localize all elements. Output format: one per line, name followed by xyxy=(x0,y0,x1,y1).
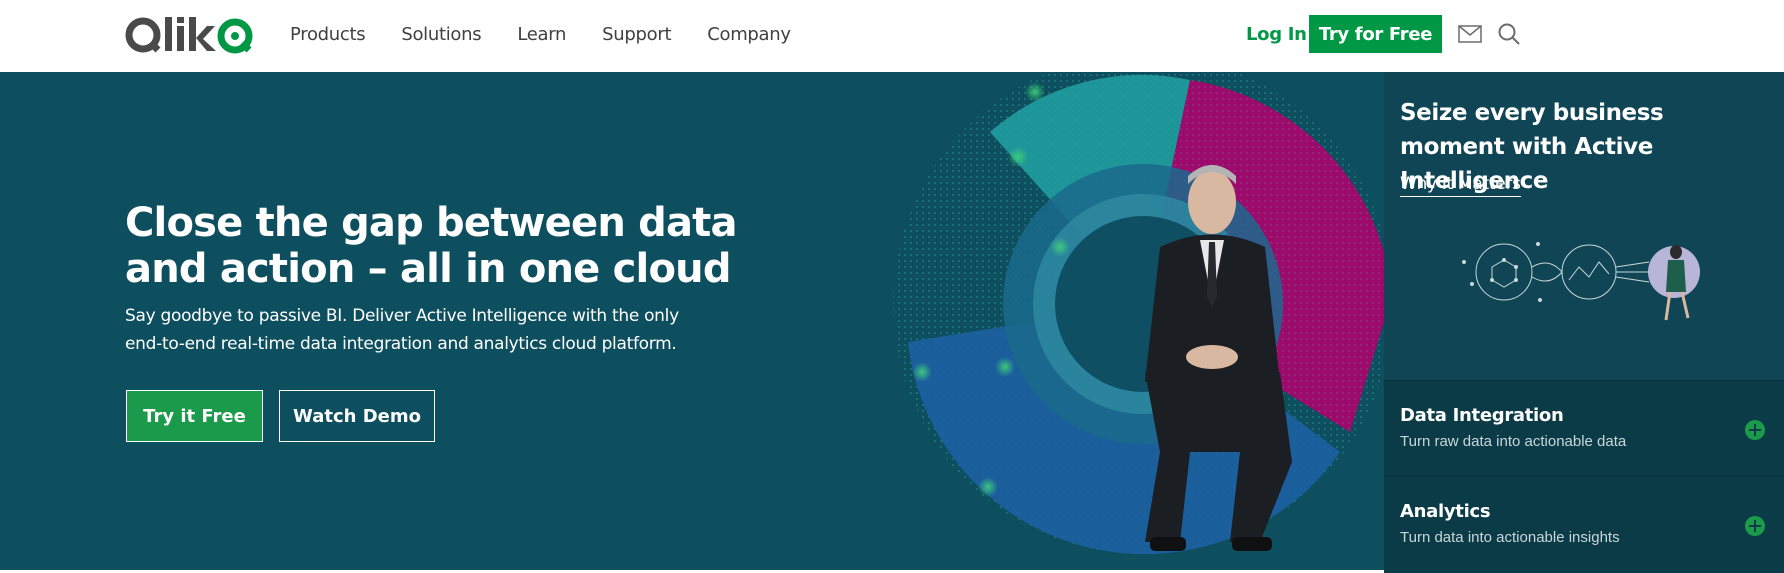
plus-icon[interactable] xyxy=(1744,515,1766,537)
accordion-title: Analytics xyxy=(1400,501,1491,522)
top-navigation: Products Solutions Learn Support Company… xyxy=(0,0,1784,72)
side-feature: Seize every business moment with Active … xyxy=(1384,72,1784,380)
menu-company[interactable]: Company xyxy=(707,22,791,48)
accordion-analytics[interactable]: Analytics Turn data into actionable insi… xyxy=(1384,476,1784,573)
hero-illustration xyxy=(893,72,1384,555)
qlik-logo[interactable] xyxy=(125,14,255,56)
why-it-matters-link[interactable]: Why It Matters xyxy=(1400,174,1521,197)
try-for-free-button[interactable]: Try for Free xyxy=(1309,15,1442,53)
menu-solutions[interactable]: Solutions xyxy=(401,22,481,48)
watch-demo-button[interactable]: Watch Demo xyxy=(279,390,435,442)
hero-title: Close the gap between data and action – … xyxy=(125,200,737,292)
accordion-data-integration[interactable]: Data Integration Turn raw data into acti… xyxy=(1384,380,1784,477)
menu-products[interactable]: Products xyxy=(290,22,366,48)
side-panel: Seize every business moment with Active … xyxy=(1384,72,1784,573)
menu-learn[interactable]: Learn xyxy=(517,22,566,48)
plus-icon[interactable] xyxy=(1744,419,1766,441)
accordion-subtitle: Turn raw data into actionable data xyxy=(1400,433,1627,450)
main-menu: Products Solutions Learn Support Company xyxy=(290,22,827,48)
accordion-subtitle: Turn data into actionable insights xyxy=(1400,529,1620,546)
login-link[interactable]: Log In xyxy=(1246,22,1307,48)
search-icon[interactable] xyxy=(1497,22,1521,46)
mail-icon[interactable] xyxy=(1458,24,1482,44)
active-intelligence-illustration xyxy=(1462,242,1700,321)
menu-support[interactable]: Support xyxy=(602,22,671,48)
try-it-free-button[interactable]: Try it Free xyxy=(126,390,263,442)
accordion-title: Data Integration xyxy=(1400,405,1564,426)
hero-subtitle: Say goodbye to passive BI. Deliver Activ… xyxy=(125,306,679,354)
hero-section: Close the gap between data and action – … xyxy=(0,72,1384,570)
